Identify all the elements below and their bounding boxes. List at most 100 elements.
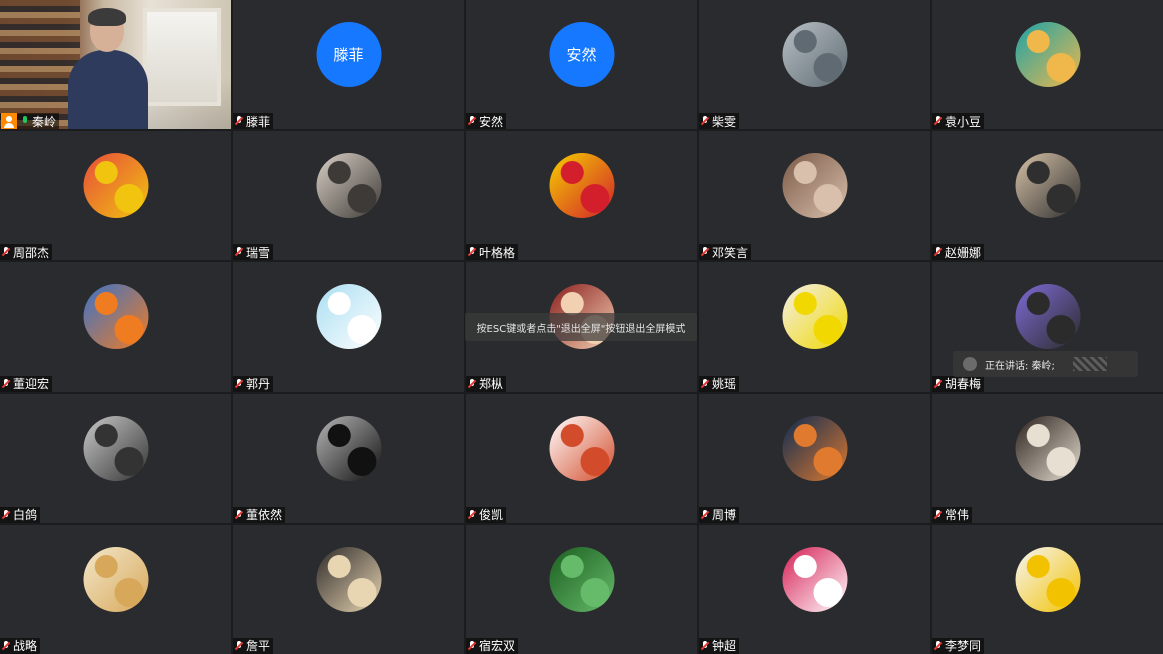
participant-tile[interactable]: 周邵杰 — [0, 131, 231, 261]
participant-name: 胡春梅 — [945, 377, 982, 392]
mic-muted-icon — [467, 246, 477, 258]
name-label: 姚瑶 — [699, 375, 740, 392]
avatar-image — [316, 284, 381, 350]
participant-tile[interactable]: 李梦同 — [932, 524, 1163, 654]
participant-tile[interactable]: 秦岭 — [0, 0, 231, 130]
avatar — [83, 284, 148, 350]
participant-name: 李梦同 — [945, 639, 982, 654]
avatar — [83, 153, 148, 219]
mic-muted-icon — [234, 509, 244, 521]
name-label: 郑枞 — [466, 375, 507, 392]
name-label: 战略 — [0, 637, 41, 654]
avatar-image — [316, 415, 381, 481]
participant-tile[interactable]: 宿宏双 — [466, 524, 697, 654]
participant-name: 赵姗娜 — [945, 245, 982, 260]
name-label: 董迎宏 — [0, 375, 53, 392]
name-label: 郭丹 — [233, 375, 274, 392]
name-label: 滕菲 — [233, 113, 274, 130]
participant-tile[interactable]: 赵姗娜 — [932, 131, 1163, 261]
participant-name: 郭丹 — [246, 377, 271, 392]
participant-name: 瑞雪 — [246, 245, 271, 260]
avatar-image — [83, 415, 148, 481]
participant-tile[interactable]: 钟超 — [699, 524, 930, 654]
participant-tile[interactable]: 柴雯 — [699, 0, 930, 130]
participant-tile[interactable]: 詹平 — [233, 524, 464, 654]
participant-name: 周博 — [712, 508, 737, 523]
name-label: 李梦同 — [932, 637, 985, 654]
mic-muted-icon — [933, 115, 943, 127]
avatar-image — [549, 153, 614, 219]
avatar-image — [782, 546, 847, 612]
mic-muted-icon — [700, 115, 710, 127]
name-label: 袁小豆 — [932, 113, 985, 130]
name-label: 白鸽 — [0, 506, 41, 523]
participant-name: 秦岭 — [32, 114, 57, 129]
mic-muted-icon — [700, 640, 710, 652]
participant-name: 宿宏双 — [479, 639, 516, 654]
avatar-image — [1015, 153, 1080, 219]
name-label: 秦岭 — [0, 113, 60, 130]
mic-muted-icon — [933, 640, 943, 652]
participant-name: 詹平 — [246, 639, 271, 654]
participant-name: 柴雯 — [712, 114, 737, 129]
participant-tile[interactable]: 白鸽 — [0, 393, 231, 523]
participant-tile[interactable]: 周博 — [699, 393, 930, 523]
participant-name: 滕菲 — [246, 114, 271, 129]
participant-tile[interactable]: 瑞雪 — [233, 131, 464, 261]
avatar — [782, 546, 847, 612]
mic-muted-icon — [933, 378, 943, 390]
person-hair — [88, 8, 126, 26]
mic-muted-icon — [700, 509, 710, 521]
participant-tile[interactable]: 董迎宏 — [0, 262, 231, 392]
avatar — [83, 415, 148, 481]
mic-muted-icon — [234, 115, 244, 127]
name-label: 胡春梅 — [932, 375, 985, 392]
avatar — [549, 415, 614, 481]
name-label: 钟超 — [699, 637, 740, 654]
participant-tile[interactable]: 董依然 — [233, 393, 464, 523]
participant-tile[interactable]: 姚瑶 — [699, 262, 930, 392]
name-label: 瑞雪 — [233, 244, 274, 261]
avatar-image — [549, 546, 614, 612]
name-label: 董依然 — [233, 506, 286, 523]
participant-tile[interactable]: 郭丹 — [233, 262, 464, 392]
mic-muted-icon — [1, 509, 11, 521]
mic-muted-icon — [933, 509, 943, 521]
name-label: 周博 — [699, 506, 740, 523]
avatar-image — [1015, 284, 1080, 350]
avatar — [1015, 284, 1080, 350]
speaking-indicator: 正在讲话: 秦岭; — [953, 351, 1138, 377]
participant-tile[interactable]: 邓笑言 — [699, 131, 930, 261]
mic-on-icon — [20, 115, 30, 127]
participant-name: 邓笑言 — [712, 245, 749, 260]
person — [68, 8, 148, 130]
name-label: 詹平 — [233, 637, 274, 654]
avatar-image — [1015, 415, 1080, 481]
mic-muted-icon — [467, 115, 477, 127]
avatar-text: 滕菲 — [333, 46, 364, 64]
avatar-image — [782, 153, 847, 219]
participant-tile[interactable]: 战略 — [0, 524, 231, 654]
participant-tile[interactable]: 常伟 — [932, 393, 1163, 523]
fullscreen-exit-toast: 按ESC键或者点击"退出全屏"按钮退出全屏模式 — [465, 313, 697, 341]
avatar-image — [83, 153, 148, 219]
avatar — [316, 415, 381, 481]
participant-tile[interactable]: 俊凯 — [466, 393, 697, 523]
avatar — [316, 284, 381, 350]
mic-muted-icon — [700, 378, 710, 390]
participant-tile[interactable]: 安然 安然 — [466, 0, 697, 130]
participant-tile[interactable]: 叶格格 — [466, 131, 697, 261]
avatar — [782, 415, 847, 481]
avatar-image — [782, 22, 847, 87]
name-label: 周邵杰 — [0, 244, 53, 261]
avatar — [782, 22, 847, 87]
avatar — [549, 546, 614, 612]
participant-name: 白鸽 — [13, 508, 38, 523]
name-label: 常伟 — [932, 506, 973, 523]
participant-tile[interactable]: 袁小豆 — [932, 0, 1163, 130]
avatar — [1015, 546, 1080, 612]
participant-tile[interactable]: 滕菲 滕菲 — [233, 0, 464, 130]
avatar — [316, 546, 381, 612]
avatar: 安然 — [549, 22, 614, 87]
participant-name: 安然 — [479, 114, 504, 129]
